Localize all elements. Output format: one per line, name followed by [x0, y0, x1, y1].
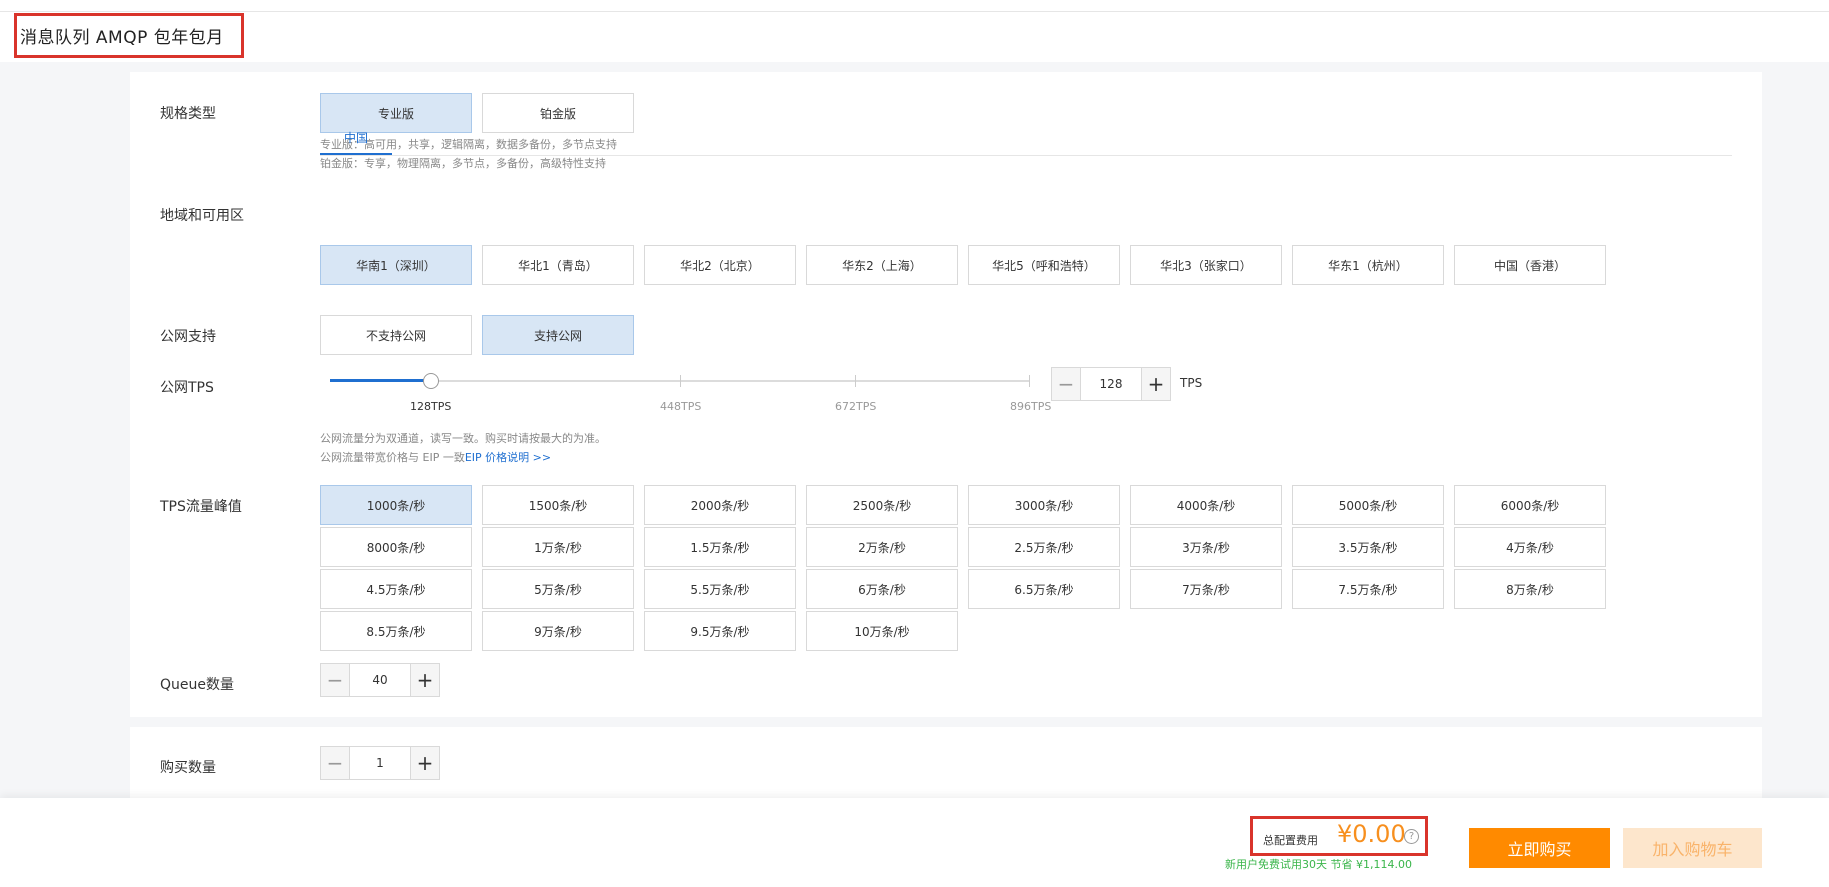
region-option[interactable]: 华北1（青岛）	[482, 245, 634, 285]
tps-stepper: − +	[1051, 367, 1171, 401]
tps-minus-button[interactable]: −	[1052, 368, 1080, 400]
tps-peak-option[interactable]: 6万条/秒	[806, 569, 958, 609]
slider-tick-448	[680, 375, 681, 387]
region-option[interactable]: 华北2（北京）	[644, 245, 796, 285]
add-to-cart-button[interactable]: 加入购物车	[1623, 828, 1762, 868]
public-tps-label: 公网TPS	[160, 380, 214, 396]
slider-tick-672	[855, 375, 856, 387]
tps-peak-option[interactable]: 1万条/秒	[482, 527, 634, 567]
slider-mark-448: 448TPS	[660, 400, 702, 413]
public-tps-hint-text: 公网流量带宽价格与 EIP 一致	[320, 451, 465, 464]
buy-now-button[interactable]: 立即购买	[1469, 828, 1610, 868]
public-net-option[interactable]: 支持公网	[482, 315, 634, 355]
tps-peak-option[interactable]: 2500条/秒	[806, 485, 958, 525]
tps-peak-option[interactable]: 5000条/秒	[1292, 485, 1444, 525]
quantity-label: 购买数量	[160, 760, 216, 776]
tps-unit: TPS	[1180, 376, 1203, 390]
tab-underline	[320, 155, 1732, 156]
tps-peak-option[interactable]: 4000条/秒	[1130, 485, 1282, 525]
help-icon[interactable]: ?	[1404, 829, 1419, 844]
tps-peak-option[interactable]: 2万条/秒	[806, 527, 958, 567]
tps-peak-option[interactable]: 5.5万条/秒	[644, 569, 796, 609]
queue-label: Queue数量	[160, 677, 234, 693]
queue-input[interactable]	[349, 664, 411, 696]
slider-mark-896: 896TPS	[1010, 400, 1052, 413]
queue-plus-button[interactable]: +	[411, 664, 439, 696]
tps-peak-option[interactable]: 6000条/秒	[1454, 485, 1606, 525]
region-option[interactable]: 华北3（张家口）	[1130, 245, 1282, 285]
tps-peak-option[interactable]: 1.5万条/秒	[644, 527, 796, 567]
tps-peak-option[interactable]: 9.5万条/秒	[644, 611, 796, 651]
spec-hint-line2: 铂金版：专享，物理隔离，多节点，多备份，高级特性支持	[320, 157, 606, 170]
page-title: 消息队列 AMQP 包年包月	[14, 13, 244, 58]
tps-peak-label: TPS流量峰值	[160, 499, 242, 515]
region-option[interactable]: 华东2（上海）	[806, 245, 958, 285]
region-option[interactable]: 中国（香港）	[1454, 245, 1606, 285]
queue-stepper: − +	[320, 663, 440, 697]
tps-plus-button[interactable]: +	[1142, 368, 1170, 400]
tps-peak-option[interactable]: 4万条/秒	[1454, 527, 1606, 567]
tps-peak-option[interactable]: 3000条/秒	[968, 485, 1120, 525]
eip-price-link[interactable]: EIP 价格说明 >>	[465, 451, 551, 464]
title-bar	[0, 12, 1829, 62]
tps-peak-option[interactable]: 6.5万条/秒	[968, 569, 1120, 609]
queue-minus-button[interactable]: −	[321, 664, 349, 696]
tps-input[interactable]	[1080, 368, 1142, 400]
public-net-label: 公网支持	[160, 329, 216, 345]
tps-peak-option[interactable]: 10万条/秒	[806, 611, 958, 651]
slider-handle[interactable]	[423, 373, 439, 389]
tps-peak-option[interactable]: 1000条/秒	[320, 485, 472, 525]
region-option[interactable]: 华东1（杭州）	[1292, 245, 1444, 285]
spec-option[interactable]: 铂金版	[482, 93, 634, 133]
public-tps-hint: 公网流量分为双通道，读写一致。购买时请按最大的为准。 公网流量带宽价格与 EIP…	[320, 429, 606, 467]
tps-peak-option[interactable]: 2.5万条/秒	[968, 527, 1120, 567]
tps-peak-option[interactable]: 2000条/秒	[644, 485, 796, 525]
tps-peak-option[interactable]: 9万条/秒	[482, 611, 634, 651]
region-option[interactable]: 华南1（深圳）	[320, 245, 472, 285]
tps-peak-option[interactable]: 7万条/秒	[1130, 569, 1282, 609]
tps-peak-option[interactable]: 3.5万条/秒	[1292, 527, 1444, 567]
tps-peak-option[interactable]: 7.5万条/秒	[1292, 569, 1444, 609]
total-price: ¥0.00	[1337, 820, 1406, 848]
slider-fill	[330, 379, 430, 382]
slider-tick-896	[1029, 375, 1030, 387]
tab-china[interactable]: 中国	[320, 123, 392, 155]
tps-peak-option[interactable]: 8万条/秒	[1454, 569, 1606, 609]
quantity-minus-button[interactable]: −	[321, 747, 349, 779]
top-strip	[0, 0, 1829, 12]
quantity-plus-button[interactable]: +	[411, 747, 439, 779]
tps-peak-option[interactable]: 5万条/秒	[482, 569, 634, 609]
quantity-stepper: − +	[320, 746, 440, 780]
tps-peak-option[interactable]: 8.5万条/秒	[320, 611, 472, 651]
tps-peak-option[interactable]: 1500条/秒	[482, 485, 634, 525]
region-option[interactable]: 华北5（呼和浩特）	[968, 245, 1120, 285]
quantity-input[interactable]	[349, 747, 411, 779]
tps-peak-option[interactable]: 8000条/秒	[320, 527, 472, 567]
slider-mark-672: 672TPS	[835, 400, 877, 413]
public-tps-hint-line1: 公网流量分为双通道，读写一致。购买时请按最大的为准。	[320, 432, 606, 445]
slider-mark-128: 128TPS	[410, 400, 452, 413]
public-net-option[interactable]: 不支持公网	[320, 315, 472, 355]
region-label: 地域和可用区	[160, 208, 244, 224]
spec-label: 规格类型	[160, 106, 216, 122]
tps-peak-option[interactable]: 3万条/秒	[1130, 527, 1282, 567]
public-tps-hint-line2: 公网流量带宽价格与 EIP 一致EIP 价格说明 >>	[320, 448, 606, 467]
promo-text: 新用户免费试用30天 节省 ¥1,114.00	[1225, 858, 1412, 871]
total-price-label: 总配置费用	[1263, 834, 1318, 847]
tps-peak-option[interactable]: 4.5万条/秒	[320, 569, 472, 609]
